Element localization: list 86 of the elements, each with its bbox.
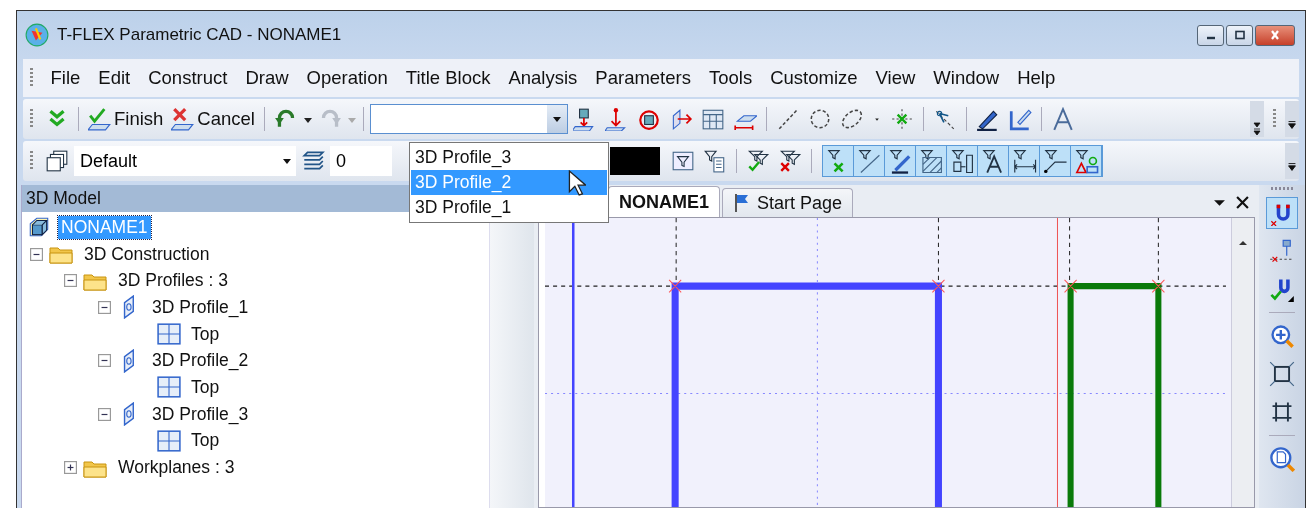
- stacked-pages-icon[interactable]: [45, 149, 69, 173]
- minimize-button[interactable]: [1197, 24, 1224, 46]
- page-zoom-icon[interactable]: [1267, 444, 1297, 474]
- filter-cross-icon[interactable]: [778, 149, 802, 173]
- tree-item[interactable]: Top: [188, 322, 223, 346]
- plane-grid-icon: [156, 375, 182, 400]
- toolbar-options-button[interactable]: [1285, 143, 1299, 179]
- filter-list-icon[interactable]: [703, 149, 727, 173]
- menu-item[interactable]: Customize: [762, 63, 866, 93]
- tree-item[interactable]: Workplanes : 3: [115, 456, 238, 480]
- plane-grid-icon: [156, 322, 182, 347]
- menu-item[interactable]: Title Block: [398, 63, 498, 93]
- text-tool-icon[interactable]: [1050, 107, 1075, 131]
- app-logo-icon: [25, 23, 49, 47]
- filter-pen-icon[interactable]: [885, 146, 916, 176]
- tree-item[interactable]: 3D Construction: [81, 242, 213, 266]
- tree-item[interactable]: Top: [188, 429, 223, 453]
- close-button[interactable]: [1255, 24, 1295, 46]
- scrollbar[interactable]: [1231, 218, 1254, 507]
- filter-width-icon[interactable]: [1009, 146, 1040, 176]
- mouse-pointer-icon: [568, 170, 586, 196]
- maximize-button[interactable]: [1226, 24, 1253, 46]
- menu-item[interactable]: Tools: [701, 63, 760, 93]
- cancel-button[interactable]: Cancel: [168, 105, 258, 133]
- expand-toggle[interactable]: [30, 247, 43, 261]
- filter-node-icon[interactable]: [823, 146, 854, 176]
- tree-item[interactable]: Top: [188, 375, 223, 399]
- arrow-down-icon[interactable]: [604, 107, 629, 131]
- pen-icon[interactable]: [975, 107, 1000, 131]
- document-tab[interactable]: NONAME1: [608, 186, 720, 217]
- filter-dimension-icon[interactable]: [947, 146, 978, 176]
- rotate-icon[interactable]: [636, 107, 661, 131]
- caret-icon: [1288, 163, 1296, 171]
- check-plane-icon: [88, 107, 112, 131]
- menu-item[interactable]: Construct: [140, 63, 235, 93]
- expand-toggle[interactable]: [98, 300, 111, 314]
- menu-item[interactable]: Analysis: [500, 63, 585, 93]
- close-icon: [1268, 30, 1282, 40]
- ellipse-icon[interactable]: [839, 107, 864, 131]
- menu-item[interactable]: Window: [925, 63, 1007, 93]
- filter-hatch-icon[interactable]: [916, 146, 947, 176]
- finish-button[interactable]: Finish: [85, 105, 167, 133]
- filter-shapes-icon[interactable]: [1071, 146, 1102, 176]
- filter-leader-icon[interactable]: [1040, 146, 1071, 176]
- menu-item[interactable]: View: [868, 63, 923, 93]
- magnet-icon[interactable]: [1267, 198, 1297, 228]
- profile-combo[interactable]: [369, 104, 568, 134]
- menu-item[interactable]: Operation: [299, 63, 396, 93]
- menu-item[interactable]: File: [43, 63, 88, 93]
- tree-item[interactable]: 3D Profile_2: [149, 349, 252, 373]
- menu-item[interactable]: Help: [1009, 63, 1063, 93]
- expand-toggle[interactable]: [98, 354, 111, 368]
- layer-combo[interactable]: 0: [330, 146, 392, 176]
- filter-check-icon[interactable]: [746, 149, 770, 173]
- caret-icon: [282, 156, 292, 166]
- menu-item[interactable]: Parameters: [587, 63, 699, 93]
- close-icon[interactable]: [1236, 196, 1249, 209]
- menu-item[interactable]: Edit: [90, 63, 138, 93]
- document-tab[interactable]: Start Page: [722, 188, 854, 217]
- scroll-up-icon[interactable]: [1238, 240, 1248, 246]
- tree-item[interactable]: 3D Profile_1: [149, 295, 252, 319]
- window-icon[interactable]: [700, 107, 725, 131]
- tree-item[interactable]: 3D Profile_3: [149, 402, 252, 426]
- expand-toggle[interactable]: [98, 407, 111, 421]
- zoom-extents-icon[interactable]: [1267, 359, 1297, 389]
- color-swatch[interactable]: [610, 147, 660, 175]
- plane-grid-icon: [156, 428, 182, 453]
- pencil-icon[interactable]: [1007, 107, 1032, 131]
- caret-icon: [551, 114, 562, 124]
- toolbar-overflow-button[interactable]: [1250, 101, 1264, 137]
- layers-icon[interactable]: [301, 149, 325, 173]
- cross-plane-icon: [171, 107, 196, 131]
- profile-plane-icon[interactable]: [572, 107, 597, 131]
- maximize-icon: [1232, 30, 1247, 40]
- tree-item[interactable]: 3D Profiles : 3: [115, 269, 231, 293]
- caret-icon: [1288, 121, 1296, 129]
- expand-toggle[interactable]: [64, 461, 77, 475]
- expand-toggle[interactable]: [64, 274, 77, 288]
- flag-icon: [733, 193, 751, 213]
- dropdown-option[interactable]: 3D Profile_3: [411, 145, 607, 170]
- filter-text-icon[interactable]: [978, 146, 1009, 176]
- window-title: T-FLEX Parametric CAD - NONAME1: [57, 25, 342, 45]
- toolbar-options-button[interactable]: [1285, 101, 1299, 137]
- menu-item[interactable]: Draw: [237, 63, 297, 93]
- style-combo[interactable]: Default: [74, 146, 296, 176]
- filter-window-icon[interactable]: [671, 149, 695, 173]
